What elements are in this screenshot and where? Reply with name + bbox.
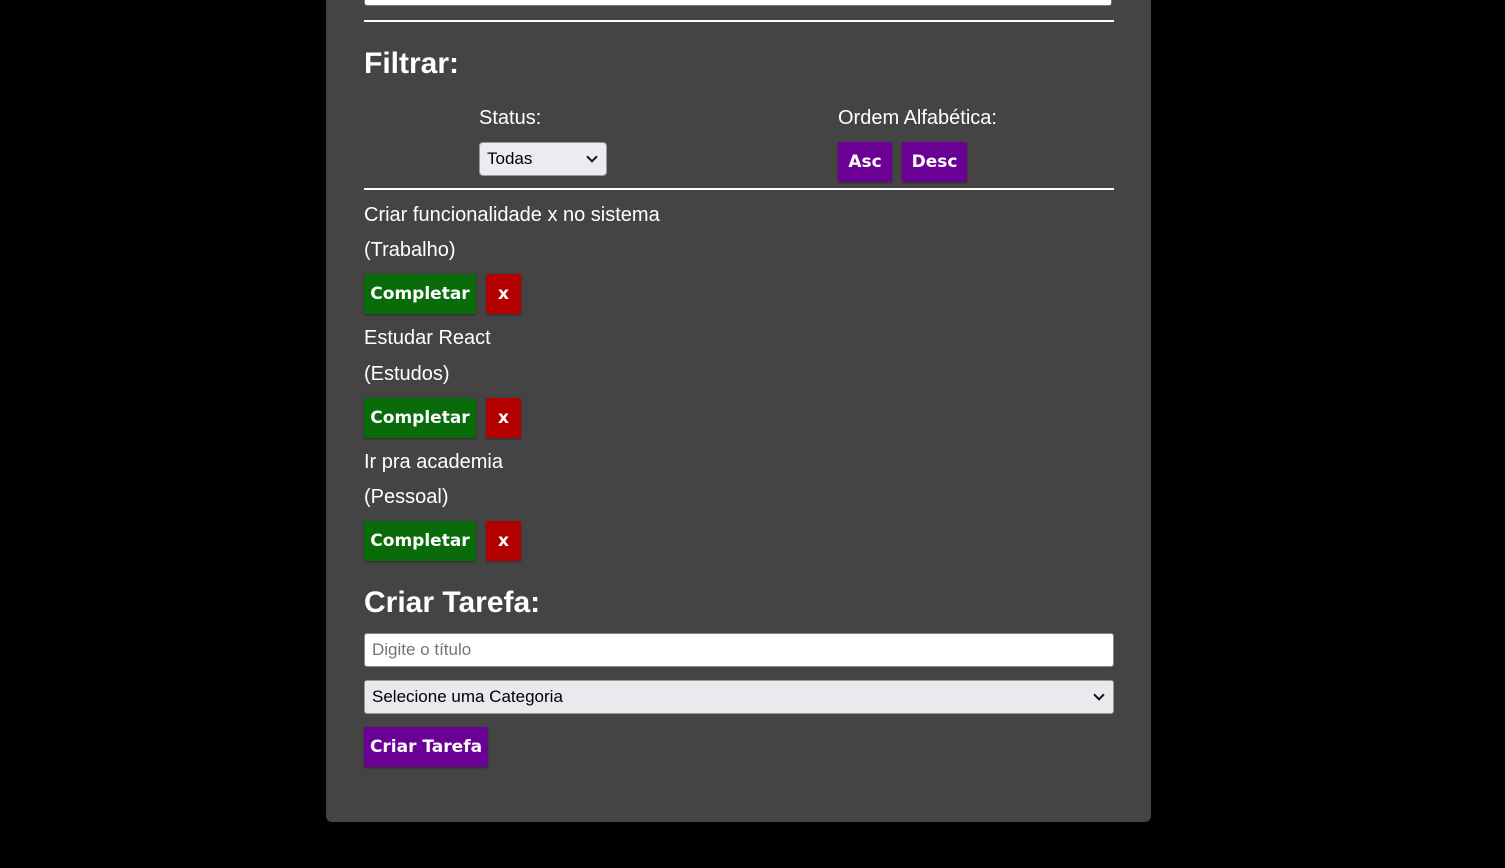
task-category: (Pessoal)	[364, 486, 449, 508]
status-selected-value: Todas	[487, 149, 533, 168]
complete-button[interactable]: Completar	[364, 398, 476, 438]
divider	[364, 188, 1114, 190]
delete-button[interactable]: x	[486, 521, 521, 561]
chevron-down-icon	[1094, 681, 1104, 713]
filter-heading: Filtrar:	[364, 47, 460, 80]
create-task-button[interactable]: Criar Tarefa	[364, 727, 488, 767]
category-select[interactable]: Selecione uma Categoria	[364, 680, 1114, 714]
sort-desc-button[interactable]: Desc	[902, 142, 967, 182]
complete-button[interactable]: Completar	[364, 521, 476, 561]
main-panel: Filtrar: Status: Todas Ordem Alfabética:…	[326, 0, 1151, 822]
task-title: Criar funcionalidade x no sistema	[364, 204, 660, 226]
task-title: Ir pra academia	[364, 451, 503, 473]
status-label: Status:	[479, 107, 542, 129]
status-select[interactable]: Todas	[479, 142, 607, 176]
task-category: (Trabalho)	[364, 239, 456, 261]
sort-asc-button[interactable]: Asc	[838, 142, 892, 182]
order-label: Ordem Alfabética:	[838, 107, 997, 129]
create-heading: Criar Tarefa:	[364, 586, 541, 619]
task-title-placeholder: Digite o título	[372, 640, 472, 659]
divider	[364, 20, 1114, 22]
search-input[interactable]	[364, 0, 1112, 6]
chevron-down-icon	[587, 143, 597, 175]
task-title-input[interactable]: Digite o título	[364, 633, 1114, 667]
delete-button[interactable]: x	[486, 398, 521, 438]
category-selected-value: Selecione uma Categoria	[372, 687, 563, 706]
task-category: (Estudos)	[364, 363, 450, 385]
delete-button[interactable]: x	[486, 274, 521, 314]
complete-button[interactable]: Completar	[364, 274, 476, 314]
task-title: Estudar React	[364, 327, 491, 349]
